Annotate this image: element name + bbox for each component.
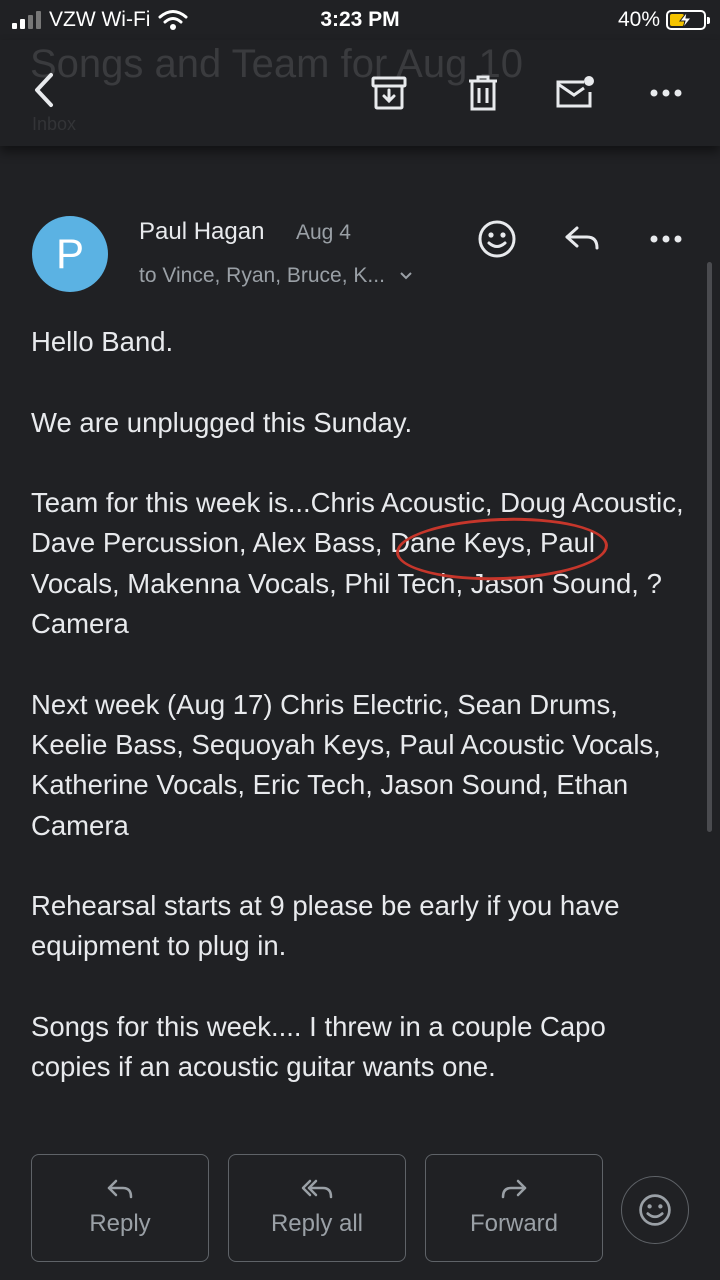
action-bar: Reply Reply all Forward	[0, 1130, 720, 1280]
chevron-down-icon	[400, 272, 412, 280]
recipients-toggle[interactable]: to Vince, Ryan, Bruce, K...	[139, 264, 413, 288]
message-body: Hello Band. We are unplugged this Sunday…	[31, 322, 691, 1128]
reply-label: Reply	[89, 1210, 151, 1237]
forward-icon	[501, 1179, 527, 1199]
archive-button[interactable]	[364, 68, 414, 118]
reply-all-icon	[301, 1179, 333, 1199]
more-options-button[interactable]	[642, 70, 690, 116]
mark-unread-button[interactable]	[550, 68, 600, 118]
add-reaction-button[interactable]	[474, 216, 520, 262]
emoji-reaction-button[interactable]	[621, 1176, 689, 1244]
body-paragraph: Team for this week is...Chris Acoustic, …	[31, 487, 684, 640]
label-chip: Inbox	[32, 114, 77, 134]
clock: 3:23 PM	[320, 8, 400, 31]
emoji-icon	[478, 220, 516, 258]
body-paragraph: Next week (Aug 17) Chris Electric, Sean …	[31, 688, 661, 841]
app-bar: Songs and Team for Aug 10 Inbox	[0, 40, 720, 146]
delete-button[interactable]	[458, 68, 508, 118]
recipients-text: to Vince, Ryan, Bruce, K...	[139, 264, 385, 287]
status-bar: VZW Wi-Fi 3:23 PM 40%	[0, 0, 720, 40]
reply-icon-button[interactable]	[558, 218, 606, 260]
reply-all-label: Reply all	[270, 1210, 364, 1237]
message-date: Aug 4	[296, 221, 351, 244]
scrollbar[interactable]	[707, 262, 712, 832]
body-paragraph: Rehearsal starts at 9 please be early if…	[31, 890, 620, 962]
forward-label: Forward	[469, 1210, 559, 1237]
body-paragraph: We are unplugged this Sunday.	[31, 406, 413, 438]
sender-name: Paul Hagan	[139, 218, 265, 245]
back-button[interactable]	[22, 68, 66, 112]
emoji-icon	[639, 1194, 671, 1226]
more-horizontal-icon	[650, 235, 682, 243]
subject-title: Songs and Team for Aug 10	[30, 42, 523, 86]
archive-icon	[371, 76, 407, 110]
reply-all-button[interactable]: Reply all	[228, 1154, 406, 1262]
mail-unread-icon	[556, 76, 594, 108]
more-horizontal-icon	[650, 89, 682, 97]
reply-icon	[107, 1179, 133, 1199]
sender-avatar[interactable]: P	[32, 216, 108, 292]
body-paragraph: Songs for this week.... I threw in a cou…	[31, 1011, 606, 1083]
back-arrow-icon	[35, 73, 53, 107]
body-paragraph: Hello Band.	[31, 326, 174, 357]
reply-button[interactable]: Reply	[31, 1154, 209, 1262]
trash-icon	[469, 75, 497, 111]
battery-icon	[666, 10, 710, 30]
battery-percent: 40%	[617, 8, 660, 31]
message-more-button[interactable]	[644, 222, 688, 256]
forward-button[interactable]: Forward	[425, 1154, 603, 1262]
reply-icon	[565, 226, 599, 250]
